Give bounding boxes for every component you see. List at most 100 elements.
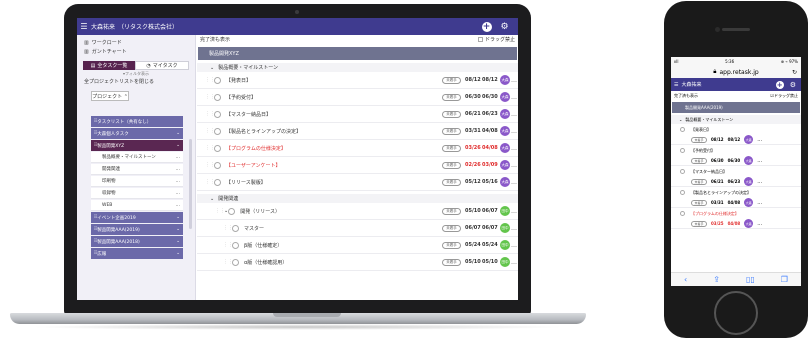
more-options-icon[interactable]: … (510, 94, 518, 101)
status-badge[interactable]: 未着手 (691, 136, 707, 143)
status-badge[interactable]: 未着手 (442, 258, 461, 266)
drag-handle-icon[interactable]: ⋮⋮ (205, 111, 215, 117)
project-item[interactable]: ⠿ イベント企画2019 ⌄ (91, 212, 183, 223)
more-options-icon[interactable]: … (510, 162, 518, 169)
drag-handle-icon[interactable]: ⋮⋮ (205, 145, 215, 151)
complete-checkbox[interactable] (214, 110, 221, 118)
assignee-avatar[interactable]: 田中 (500, 206, 510, 216)
task-row[interactable]: ⋮⋮ β版（仕様確定） 未着手 05/24 05/24 田中… (197, 237, 518, 254)
status-badge[interactable]: 未着手 (691, 199, 707, 206)
phone-show-completed-toggle[interactable]: 完了済も表示 (674, 93, 698, 99)
phone-settings-gear-icon[interactable]: ⚙ (790, 81, 796, 89)
project-item[interactable]: ⠿ 製品開発AAA(2019) ⌄ (91, 224, 183, 235)
complete-checkbox[interactable] (680, 127, 685, 132)
phone-drag-lock-toggle[interactable]: ☑ドラッグ禁止 (770, 93, 798, 99)
assignee-avatar[interactable]: 田中 (500, 257, 510, 267)
project-category-item[interactable]: 印刷物… (91, 176, 183, 187)
phone-project-banner[interactable]: 製品開発AAA(2019) (672, 102, 800, 113)
show-completed-toggle[interactable]: 完了済も表示 (200, 36, 230, 43)
tabs-icon[interactable]: ❐ (781, 275, 788, 284)
project-menu-icon[interactable]: … (176, 155, 181, 160)
more-options-icon[interactable]: … (510, 145, 518, 152)
assignee-avatar[interactable]: 大森 (500, 75, 510, 85)
complete-checkbox[interactable] (232, 224, 239, 232)
phone-task-row[interactable]: 【プログラムの仕様決定】 未着手 03/25 04/08 大森… (671, 208, 801, 229)
task-row[interactable]: ⋮⋮ 【ユーザーアンケート】 未着手 02/26 03/09 大森… (197, 157, 518, 174)
more-options-icon[interactable]: … (757, 179, 762, 185)
project-menu-icon[interactable]: ⌄ (176, 143, 180, 148)
drag-handle-icon[interactable]: ⋮⋮ (215, 208, 225, 214)
drag-handle-icon[interactable]: ⋮⋮ (205, 94, 215, 100)
task-row[interactable]: ⋮⋮ ⌄ 開発（リリース） 未着手 05/10 06/07 田中… (197, 203, 518, 220)
project-menu-icon[interactable]: ⌄ (176, 251, 180, 256)
drag-handle-icon[interactable]: ⋮⋮ (223, 242, 233, 248)
status-badge[interactable]: 未着手 (442, 178, 461, 186)
assignee-avatar[interactable]: 大森 (500, 126, 510, 136)
complete-checkbox[interactable] (214, 127, 221, 135)
home-button[interactable] (714, 291, 758, 335)
section-header[interactable]: ⌄ 製品概要・マイルストーン (197, 63, 518, 72)
tab-my-tasks[interactable]: ◔ マイタスク (135, 61, 189, 70)
assignee-avatar[interactable]: 大森 (744, 156, 754, 165)
more-options-icon[interactable]: … (510, 208, 518, 215)
project-item[interactable]: ⠿ タスクリスト（共有なし） (91, 116, 183, 127)
task-row[interactable]: ⋮⋮ 【製品名とラインアップの決定】 未着手 03/31 04/08 大森… (197, 123, 518, 140)
status-badge[interactable]: 未着手 (442, 110, 461, 118)
status-badge[interactable]: 未着手 (691, 220, 707, 227)
project-dropdown-button[interactable]: プロジェクト ⌃ (91, 91, 129, 101)
more-options-icon[interactable]: … (510, 77, 518, 84)
assignee-avatar[interactable]: 大森 (744, 219, 754, 228)
status-badge[interactable]: 未着手 (442, 207, 461, 215)
drag-handle-icon[interactable]: ⋮⋮ (205, 162, 215, 168)
phone-section-header[interactable]: ⌄ 製品概要・マイルストーン (671, 115, 801, 124)
project-item[interactable]: ⠿ 広報 ⌄ (91, 248, 183, 259)
assignee-avatar[interactable]: 大森 (500, 160, 510, 170)
drag-handle-icon[interactable]: ⋮⋮ (205, 77, 215, 83)
add-task-button[interactable]: + (481, 21, 492, 32)
phone-task-row[interactable]: 【予約受付】 未着手 06/30 06/30 大森… (671, 145, 801, 166)
complete-checkbox[interactable] (680, 211, 685, 216)
status-badge[interactable]: 未着手 (442, 224, 461, 232)
task-row[interactable]: ⋮⋮ 【プログラムの仕様決定】 未着手 03/26 04/08 大森… (197, 140, 518, 157)
address-bar[interactable]: 🔒︎ app.retask.jp ↻ (671, 66, 801, 78)
complete-checkbox[interactable] (680, 190, 685, 195)
project-menu-icon[interactable]: ⌄ (176, 131, 180, 136)
project-item[interactable]: ⠿ 製品開発AAA(2018) ⌄ (91, 236, 183, 247)
section-header[interactable]: ⌄ 開発関連 (197, 194, 518, 203)
status-badge[interactable]: 未着手 (442, 127, 461, 135)
drag-handle-icon[interactable]: ⋮⋮ (205, 128, 215, 134)
task-row[interactable]: ⋮⋮ 【発表日】 未着手 08/12 08/12 大森… (197, 72, 518, 89)
complete-checkbox[interactable] (214, 178, 221, 186)
assignee-avatar[interactable]: 田中 (500, 223, 510, 233)
hamburger-menu-icon[interactable]: ☰ (77, 22, 91, 31)
assignee-avatar[interactable]: 大森 (500, 92, 510, 102)
project-menu-icon[interactable]: ⌄ (176, 239, 180, 244)
complete-checkbox[interactable] (232, 258, 239, 266)
more-options-icon[interactable]: … (510, 242, 518, 249)
complete-checkbox[interactable] (680, 169, 685, 174)
task-row[interactable]: ⋮⋮ 【マスター納品日】 未着手 06/21 06/23 大森… (197, 106, 518, 123)
project-menu-icon[interactable]: ⌄ (176, 227, 180, 232)
project-menu-icon[interactable]: ⌄ (176, 215, 180, 220)
project-category-item[interactable]: 収録物… (91, 188, 183, 199)
project-menu-icon[interactable]: … (176, 167, 181, 172)
project-banner[interactable]: 製品開発XYZ (198, 47, 517, 60)
complete-checkbox[interactable] (214, 144, 221, 152)
assignee-avatar[interactable]: 大森 (500, 177, 510, 187)
assignee-avatar[interactable]: 大森 (744, 198, 754, 207)
project-item[interactable]: ⠿ 大森個人タスク ⌄ (91, 128, 183, 139)
assignee-avatar[interactable]: 大森 (744, 135, 754, 144)
complete-checkbox[interactable] (214, 161, 221, 169)
phone-add-task-button[interactable]: + (775, 80, 784, 89)
project-category-item[interactable]: 開発関連… (91, 164, 183, 175)
sidebar-link[interactable]: ▥ ガントチャート (77, 47, 195, 56)
status-badge[interactable]: 未着手 (691, 157, 707, 164)
task-row[interactable]: ⋮⋮ 【リリース製版】 未着手 05/12 05/16 大森… (197, 174, 518, 191)
status-badge[interactable]: 未着手 (442, 93, 461, 101)
close-all-projects-link[interactable]: 全プロジェクトリストを閉じる (77, 78, 195, 85)
status-badge[interactable]: 未着手 (442, 161, 461, 169)
complete-checkbox[interactable] (232, 241, 239, 249)
more-options-icon[interactable]: … (757, 200, 762, 206)
sidebar-scrollbar[interactable] (189, 139, 192, 229)
tab-all-tasks[interactable]: ▤ 全タスク一覧 (83, 61, 135, 70)
